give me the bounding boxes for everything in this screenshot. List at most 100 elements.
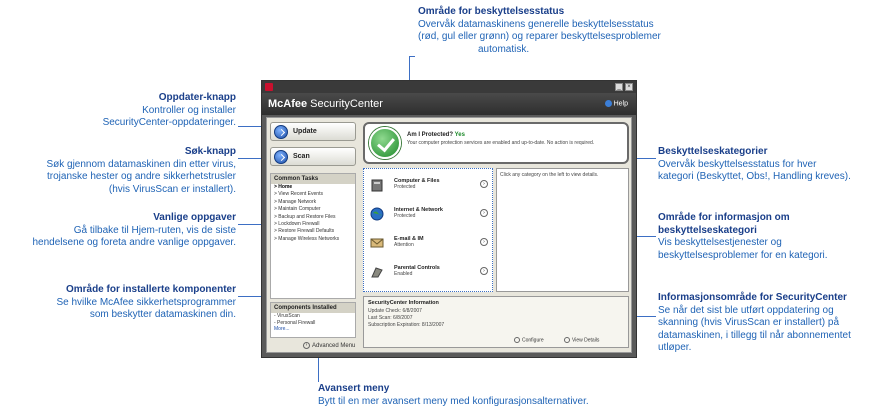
annotation-scan-button: Søk-knapp Søk gjennom datamaskinen din e… xyxy=(20,146,236,196)
title-bar: _ × xyxy=(262,81,636,93)
annotation-protection-categories: Beskyttelseskategorier Overvåk beskyttel… xyxy=(658,146,888,184)
category-parental-controls[interactable]: Parental Controls Enabled › xyxy=(364,259,492,285)
category-email-im[interactable]: E-mail & IM Attention › xyxy=(364,230,492,256)
annotation-text: automatisk. xyxy=(478,43,530,55)
chevron-icon: › xyxy=(303,342,310,349)
help-link[interactable]: Help xyxy=(604,100,628,108)
scan-label: Scan xyxy=(293,153,310,160)
scan-arrow-icon xyxy=(274,150,288,164)
securitycenter-info-area: SecurityCenter Information Update Check:… xyxy=(363,296,629,348)
brand-bar: McAfee SecurityCenter Help xyxy=(262,93,636,115)
annotation-text: Overvåk beskyttelsesstatus for hver xyxy=(658,158,817,170)
annotation-category-info: Område for informasjon om beskyttelseska… xyxy=(658,212,888,262)
category-status: Protected xyxy=(394,213,416,219)
task-view-recent-events[interactable]: > View Recent Events xyxy=(271,191,355,198)
category-computer-files[interactable]: Computer & Files Protected › xyxy=(364,172,492,198)
configure-label: Configure xyxy=(522,337,544,344)
brand-name: McAfee xyxy=(268,98,308,110)
annotation-installed-components: Område for installerte komponenter Se hv… xyxy=(10,284,236,322)
close-button[interactable]: × xyxy=(625,83,633,91)
globe-icon xyxy=(370,207,384,221)
components-installed-panel: Components Installed - VirusScan - Perso… xyxy=(270,302,356,338)
info-header: SecurityCenter Information xyxy=(368,300,439,306)
annotation-title: Vanlige oppgaver xyxy=(153,212,236,223)
computer-icon xyxy=(371,179,383,192)
annotation-text: datamaskinen, i tillegg til når abonneme… xyxy=(658,329,851,341)
annotation-title: Avansert meny xyxy=(318,383,390,394)
update-button[interactable]: Update xyxy=(270,122,356,141)
parental-controls-icon xyxy=(371,267,383,278)
advanced-menu-label: Advanced Menu xyxy=(312,343,356,350)
annotation-text: kategori (Beskyttet, Obs!, Handling krev… xyxy=(658,171,851,182)
components-header: Components Installed xyxy=(271,303,355,313)
app-title: McAfee SecurityCenter xyxy=(268,98,383,110)
info-last-scan: Last Scan: 6/8/2007 xyxy=(368,315,413,321)
envelope-icon xyxy=(370,238,384,248)
annotation-title: Søk-knapp xyxy=(184,146,236,157)
minimize-button[interactable]: _ xyxy=(615,83,623,91)
annotation-title: Område for beskyttelsesstatus xyxy=(418,6,565,17)
annotation-text: Overvåk datamaskinens generelle beskytte… xyxy=(418,18,654,30)
help-label: Help xyxy=(613,100,628,108)
task-maintain-computer[interactable]: > Maintain Computer xyxy=(271,206,355,213)
arrow-right-icon: › xyxy=(480,180,488,188)
advanced-menu-link[interactable]: › Advanced Menu xyxy=(303,342,355,349)
view-details-link[interactable]: View Details xyxy=(564,337,599,343)
annotation-text: trojanske hester og andre sikkerhetstrus… xyxy=(47,171,236,182)
annotation-text: hendelsene og foreta andre vanlige oppga… xyxy=(32,237,237,248)
annotation-text: beskyttelsesproblemer for en kategori. xyxy=(658,249,828,261)
protection-categories-list: Computer & Files Protected › Internet & … xyxy=(363,168,493,292)
annotation-title: beskyttelseskategori xyxy=(658,224,757,236)
protection-status-area: Am I Protected? Yes Your computer protec… xyxy=(363,122,629,164)
view-details-label: View Details xyxy=(572,337,600,344)
task-manage-network[interactable]: > Manage Network xyxy=(271,199,355,206)
annotation-protection-status: Område for beskyttelsesstatus Overvåk da… xyxy=(418,6,718,56)
category-status: Enabled xyxy=(394,271,413,277)
scan-button[interactable]: Scan xyxy=(270,147,356,166)
annotation-text: (rød, gul eller grønn) og reparer beskyt… xyxy=(418,31,661,42)
green-checkmark-icon xyxy=(369,127,401,159)
annotation-text: Gå tilbake til Hjem-ruten, vis de siste xyxy=(73,224,236,236)
annotation-common-tasks: Vanlige oppgaver Gå tilbake til Hjem-rut… xyxy=(10,212,237,250)
help-icon xyxy=(604,100,612,107)
annotation-title: Oppdater-knapp xyxy=(158,92,236,103)
arrow-right-icon: › xyxy=(480,267,488,275)
components-more-link[interactable]: More... xyxy=(271,326,355,333)
common-tasks-panel: Common Tasks > Home > View Recent Events… xyxy=(270,173,356,299)
annotation-text: (hvis VirusScan er installert). xyxy=(108,183,236,195)
annotation-text: SecurityCenter-oppdateringer. xyxy=(102,117,236,128)
annotation-title: Informasjonsområde for SecurityCenter xyxy=(658,292,847,303)
task-manage-wireless[interactable]: > Manage Wireless Networks xyxy=(271,236,355,243)
info-update-check: Update Check: 6/8/2007 xyxy=(368,308,422,314)
update-arrow-icon xyxy=(274,125,288,139)
detail-hint: Click any category on the left to view d… xyxy=(500,172,599,178)
status-question: Am I Protected? Yes xyxy=(407,132,465,138)
task-backup-restore[interactable]: > Backup and Restore Files xyxy=(271,214,355,221)
annotation-title: Beskyttelseskategorier xyxy=(658,146,768,157)
left-column: Update Scan Common Tasks > Home > View R… xyxy=(270,122,358,350)
arrow-right-icon: › xyxy=(480,238,488,246)
annotation-text: Vis beskyttelsestjenester og xyxy=(658,237,782,248)
category-internet-network[interactable]: Internet & Network Protected › xyxy=(364,201,492,227)
annotation-text: Bytt til en mer avansert meny med konfig… xyxy=(318,395,589,407)
task-lockdown-firewall[interactable]: > Lockdown Firewall xyxy=(271,221,355,228)
chevron-icon xyxy=(514,337,520,343)
category-status: Attention xyxy=(394,242,414,248)
task-home[interactable]: > Home xyxy=(271,184,355,191)
connector-line xyxy=(409,56,415,57)
task-restore-firewall-defaults[interactable]: > Restore Firewall Defaults xyxy=(271,228,355,235)
annotation-update-button: Oppdater-knapp Kontroller og installer S… xyxy=(40,92,236,130)
category-status: Protected xyxy=(394,184,416,190)
annotation-text: Se når det sist ble utført oppdatering o… xyxy=(658,304,834,316)
annotation-advanced-menu: Avansert meny Bytt til en mer avansert m… xyxy=(318,383,678,408)
info-subscription: Subscription Expiration: 8/13/2007 xyxy=(368,322,445,328)
update-label: Update xyxy=(293,128,317,135)
common-tasks-header: Common Tasks xyxy=(271,174,355,184)
chevron-icon xyxy=(564,337,570,343)
configure-link[interactable]: Configure xyxy=(514,337,544,343)
annotation-title: Område for informasjon om xyxy=(658,212,790,223)
status-answer: Yes xyxy=(454,132,465,138)
main-panel: Update Scan Common Tasks > Home > View R… xyxy=(266,117,632,353)
annotation-text: utløper. xyxy=(658,342,692,353)
annotation-text: Se hvilke McAfee sikkerhetsprogrammer xyxy=(56,296,236,308)
